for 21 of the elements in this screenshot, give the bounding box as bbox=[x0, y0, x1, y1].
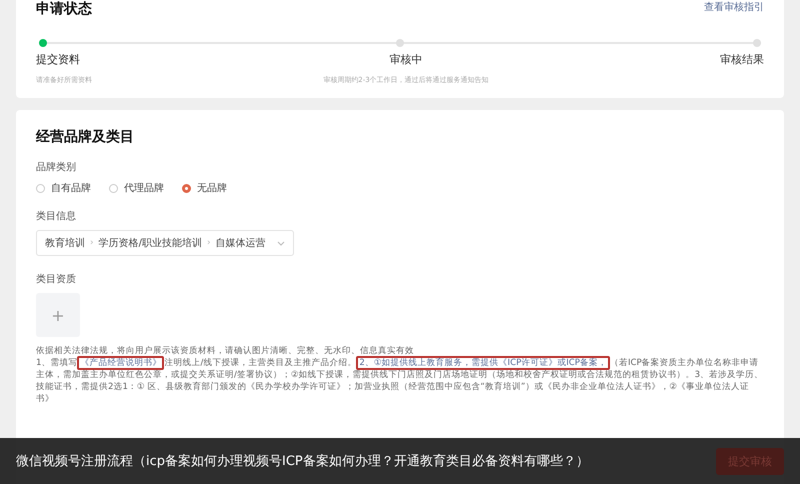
card-title: 经营品牌及类目 bbox=[36, 128, 135, 146]
chevron-down-icon bbox=[276, 240, 285, 246]
card-title: 申请状态 bbox=[36, 0, 92, 18]
category-select[interactable]: 教育培训 › 学历资格/职业技能培训 › 自媒体运营 bbox=[36, 230, 294, 256]
field-label: 类目资质 bbox=[36, 272, 77, 286]
caption-text: 微信视频号注册流程（icp备案如何办理视频号ICP备案如何办理？开通教育类目必备资料有哪些？） bbox=[16, 452, 589, 470]
field-label: 类目信息 bbox=[36, 210, 77, 223]
field-label: 品牌类别 bbox=[36, 160, 77, 174]
requirements-paragraph: 依据相关法律法规，将向用户展示该资质材料，请确认图片清晰、完整、无水印、信息真实有效 1、需填写 《产品经营说明书》 注明线上/线下授课，主营类目及主推产品介绍。 2、①如提供线上教育服务，需提供《ICP许可证》或ICP备案， （若ICP备案资质主办单位名称非申请主体，需加盖主办单位红色公章，或提交关系证明/签署协议）；②如线下授课，需提供线下门店照及门店场地证明（场地和校舍产权证明或合法规范的租赁协议书）。3、若涉及学历、技能证书，需提供2选1：① 区、县级教育部门颁发的《民办学校办学许可证》；加营业执照（经营范围中应包含“教育培训”）或《民办非企业单位法人证书》，②《事业单位法人证书》 bbox=[36, 345, 764, 405]
radio-button[interactable] bbox=[182, 184, 191, 192]
step-label: 提交资料 bbox=[36, 52, 80, 67]
guide-link[interactable]: 查看审核指引 bbox=[704, 0, 764, 14]
radio-button[interactable] bbox=[109, 184, 118, 192]
chevron-right-icon: › bbox=[90, 238, 94, 248]
radio-label[interactable]: 代理品牌 bbox=[124, 181, 164, 195]
radio-label[interactable]: 无品牌 bbox=[197, 181, 227, 195]
step-label: 审核结果 bbox=[720, 52, 764, 67]
chevron-right-icon: › bbox=[206, 238, 211, 248]
step-label: 审核中 bbox=[390, 52, 422, 67]
radio-label[interactable]: 自有品牌 bbox=[51, 181, 91, 195]
radio-button[interactable] bbox=[36, 184, 45, 192]
